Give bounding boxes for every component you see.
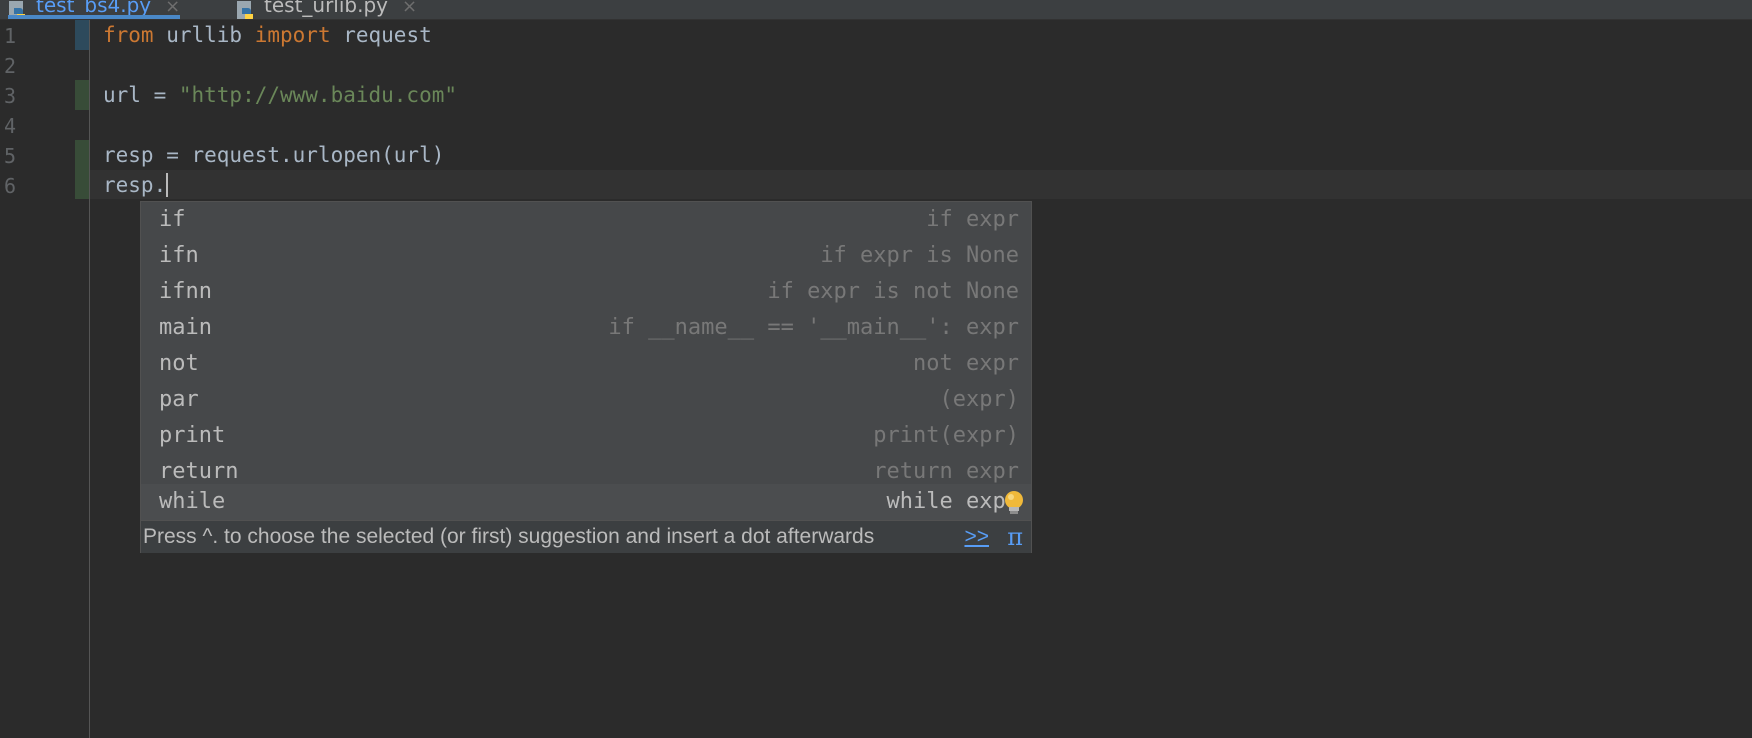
more-link[interactable]: >> xyxy=(964,521,989,553)
completion-description: not expr xyxy=(913,351,1019,376)
completion-popup: if if expr ifn if expr is None ifnn if e… xyxy=(140,201,1032,553)
hint-text: Press ^. to choose the selected (or firs… xyxy=(143,525,875,548)
line-number: 6 xyxy=(4,174,17,198)
code-text: resp. xyxy=(103,173,167,197)
current-line-highlight xyxy=(90,170,1752,199)
completion-name: if xyxy=(159,207,186,232)
code-line-6[interactable]: resp. xyxy=(103,170,169,200)
line-number: 5 xyxy=(4,144,17,168)
completion-hint-bar: Press ^. to choose the selected (or firs… xyxy=(141,520,1031,553)
close-icon[interactable]: × xyxy=(402,0,417,17)
tab-label: test_urlib.py xyxy=(264,0,389,17)
identifier: urllib xyxy=(153,23,255,47)
lightbulb-icon[interactable] xyxy=(1003,490,1025,516)
identifier: request xyxy=(330,23,432,47)
pi-icon[interactable]: π xyxy=(1007,521,1023,553)
code-line-1[interactable]: from urllib import request xyxy=(103,20,432,50)
change-marker xyxy=(75,140,89,199)
code-line-3[interactable]: url = "http://www.baidu.com" xyxy=(103,80,457,110)
python-file-icon xyxy=(8,1,28,19)
tab-test-bs4[interactable]: test_bs4.py × xyxy=(8,0,181,19)
gutter-divider xyxy=(89,20,90,738)
completion-item[interactable]: ifn if expr is None xyxy=(141,238,1031,274)
completion-item[interactable]: print print(expr) xyxy=(141,418,1031,454)
completion-item-selected[interactable]: while while expr xyxy=(141,484,1031,520)
identifier: url = xyxy=(103,83,179,107)
completion-name: print xyxy=(159,423,226,448)
tab-test-urlib[interactable]: test_urlib.py × xyxy=(236,0,417,19)
completion-name: not xyxy=(159,351,199,376)
completion-description: while expr xyxy=(886,489,1019,514)
completion-description: (expr) xyxy=(939,387,1019,412)
string-literal: "http://www.baidu.com" xyxy=(178,83,458,107)
line-number: 1 xyxy=(4,24,17,48)
completion-item[interactable]: ifnn if expr is not None xyxy=(141,274,1031,310)
line-number: 3 xyxy=(4,84,17,108)
completion-name: while xyxy=(159,489,226,514)
code-line-5[interactable]: resp = request.urlopen(url) xyxy=(103,140,444,170)
change-marker xyxy=(75,80,89,110)
completion-description: if expr is None xyxy=(820,243,1019,268)
line-number: 4 xyxy=(4,114,17,138)
completion-description: if expr is not None xyxy=(767,279,1019,304)
code-text: resp = request.urlopen(url) xyxy=(103,143,445,167)
line-number: 2 xyxy=(4,54,17,78)
completion-description: print(expr) xyxy=(873,423,1019,448)
completion-item[interactable]: main if __name__ == '__main__': expr xyxy=(141,310,1031,346)
change-marker xyxy=(75,20,89,50)
completion-item[interactable]: if if expr xyxy=(141,202,1031,238)
completion-item[interactable]: par (expr) xyxy=(141,382,1031,418)
completion-name: main xyxy=(159,315,212,340)
keyword: from xyxy=(103,23,154,47)
text-caret xyxy=(166,173,169,197)
completion-description: if expr xyxy=(926,207,1019,232)
tab-label: test_bs4.py xyxy=(36,0,152,17)
keyword: import xyxy=(254,23,331,47)
completion-name: ifnn xyxy=(159,279,212,304)
completion-description: if __name__ == '__main__': expr xyxy=(608,315,1019,340)
python-file-icon xyxy=(236,1,256,19)
completion-name: par xyxy=(159,387,199,412)
completion-item[interactable]: not not expr xyxy=(141,346,1031,382)
completion-name: ifn xyxy=(159,243,199,268)
close-icon[interactable]: × xyxy=(165,0,180,17)
editor-tab-bar: test_bs4.py × test_urlib.py × xyxy=(0,0,1752,20)
